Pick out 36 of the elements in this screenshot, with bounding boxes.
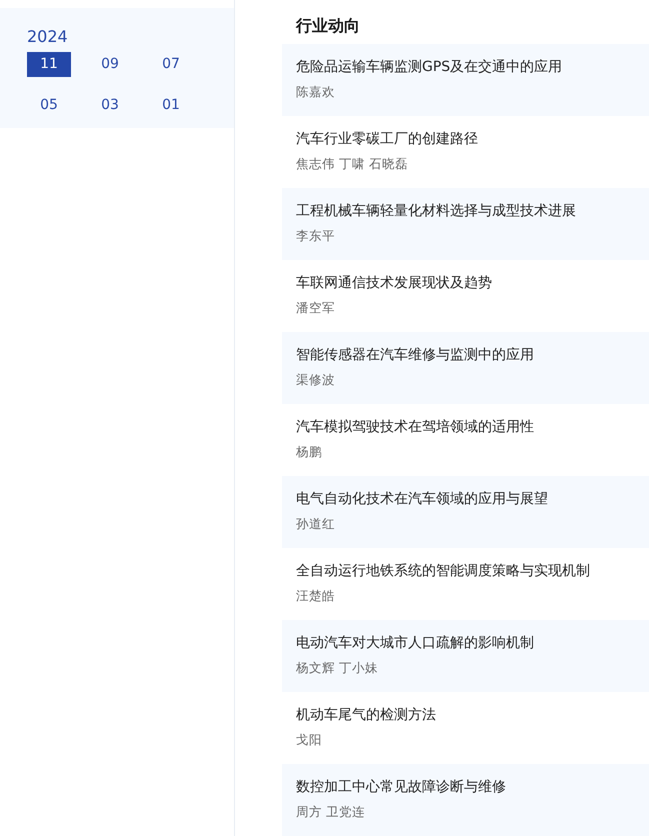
article-title[interactable]: 电气自动化技术在汽车领域的应用与展望 [296, 488, 548, 510]
month-button[interactable]: 07 [149, 52, 193, 77]
article-title[interactable]: 汽车模拟驾驶技术在驾培领域的适用性 [296, 416, 534, 438]
article-authors: 汪楚皓 [296, 587, 335, 605]
article-item[interactable]: 数控加工中心常见故障诊断与维修 周方 卫党连 [282, 764, 649, 836]
article-authors: 戈阳 [296, 731, 322, 749]
article-authors: 潘空军 [296, 299, 335, 317]
article-title[interactable]: 汽车行业零碳工厂的创建路径 [296, 128, 478, 150]
article-item[interactable]: 电动汽车对大城市人口疏解的影响机制 杨文辉 丁小妹 [282, 620, 649, 692]
article-authors: 杨鹏 [296, 443, 322, 461]
article-item[interactable]: 智能传感器在汽车维修与监测中的应用 渠修波 [282, 332, 649, 404]
article-title[interactable]: 数控加工中心常见故障诊断与维修 [296, 776, 506, 798]
article-authors: 渠修波 [296, 371, 335, 389]
article-authors: 焦志伟 丁啸 石晓磊 [296, 155, 408, 173]
article-authors: 孙道红 [296, 515, 335, 533]
article-title[interactable]: 车联网通信技术发展现状及趋势 [296, 272, 492, 294]
article-item[interactable]: 工程机械车辆轻量化材料选择与成型技术进展 李东平 [282, 188, 649, 260]
article-item[interactable]: 电气自动化技术在汽车领域的应用与展望 孙道红 [282, 476, 649, 548]
article-title[interactable]: 工程机械车辆轻量化材料选择与成型技术进展 [296, 200, 576, 222]
month-button[interactable]: 01 [149, 93, 193, 118]
section-title: 行业动向 [296, 15, 360, 37]
article-title[interactable]: 机动车尾气的检测方法 [296, 704, 436, 726]
article-authors: 周方 卫党连 [296, 803, 365, 821]
year-label: 2024 [27, 26, 68, 48]
month-button[interactable]: 03 [88, 93, 132, 118]
month-button[interactable]: 09 [88, 52, 132, 77]
article-authors: 陈嘉欢 [296, 83, 335, 101]
article-authors: 杨文辉 丁小妹 [296, 659, 378, 677]
month-button[interactable]: 05 [27, 93, 71, 118]
article-authors: 李东平 [296, 227, 335, 245]
article-title[interactable]: 电动汽车对大城市人口疏解的影响机制 [296, 632, 534, 654]
article-title[interactable]: 全自动运行地铁系统的智能调度策略与实现机制 [296, 560, 590, 582]
article-title[interactable]: 危险品运输车辆监测GPS及在交通中的应用 [296, 56, 562, 78]
article-item[interactable]: 危险品运输车辆监测GPS及在交通中的应用 陈嘉欢 [282, 44, 649, 116]
month-button[interactable]: 11 [27, 52, 71, 77]
article-title[interactable]: 智能传感器在汽车维修与监测中的应用 [296, 344, 534, 366]
